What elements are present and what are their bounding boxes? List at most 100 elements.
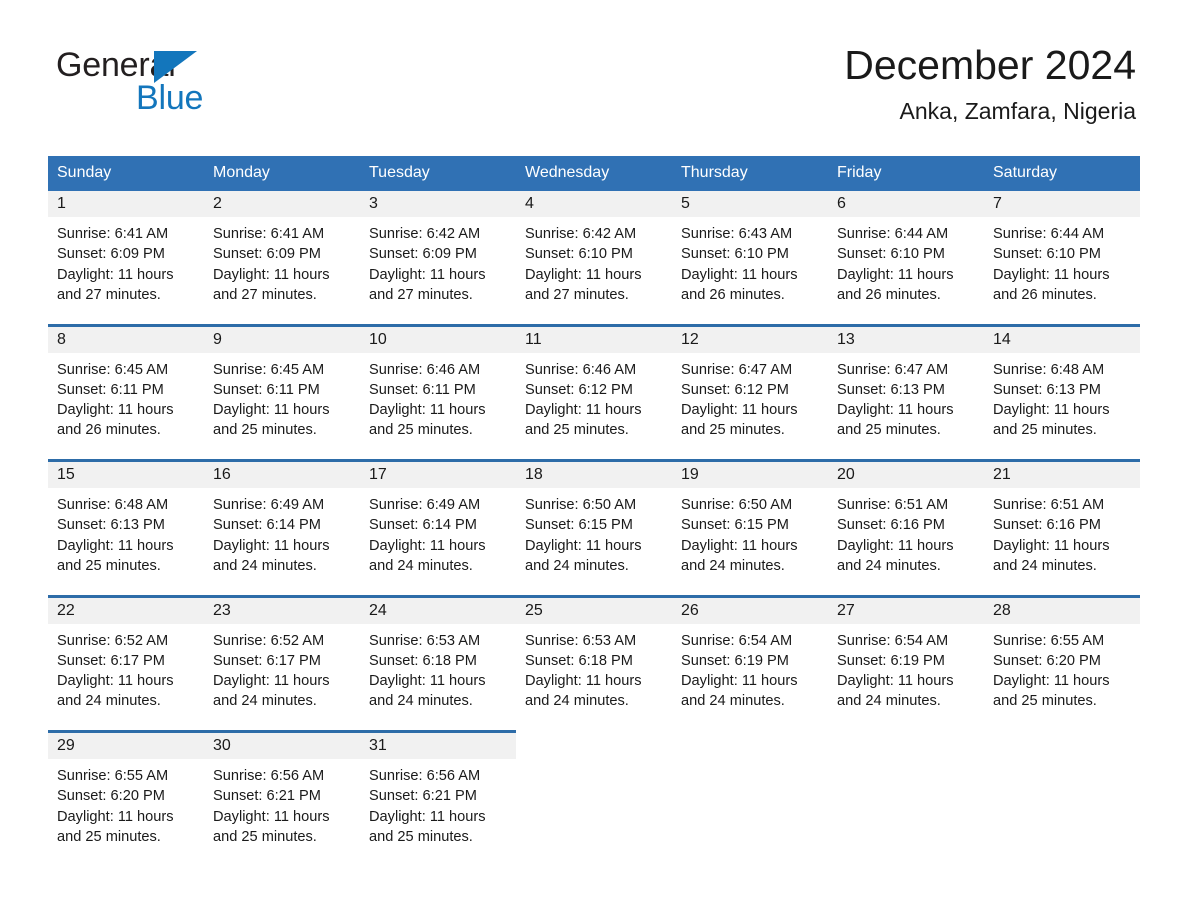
calendar-header-row: Sunday Monday Tuesday Wednesday Thursday… [48, 156, 1140, 191]
sunrise-text: Sunrise: 6:42 AM [525, 226, 637, 242]
daylight-text: Daylight: 11 hours [369, 537, 486, 554]
week-5-daynumbers: 29 30 31 [48, 730, 1140, 759]
sunrise-text: Sunrise: 6:53 AM [525, 632, 637, 649]
sunrise-text: Sunrise: 6:46 AM [369, 361, 481, 378]
day-cell: Sunrise: 6:48 AM Sunset: 6:13 PM Dayligh… [984, 352, 1140, 461]
day-number[interactable]: 24 [360, 594, 516, 624]
day-number[interactable]: 11 [516, 323, 672, 353]
daylight-text-cont: and 27 minutes. [369, 286, 473, 303]
day-number[interactable]: 29 [48, 730, 204, 759]
day-number[interactable]: 9 [204, 323, 360, 353]
daylight-text: Daylight: 11 hours [993, 266, 1110, 283]
day-number[interactable]: 21 [984, 459, 1140, 488]
daylight-text-cont: and 26 minutes. [57, 422, 161, 439]
day-number[interactable]: 6 [828, 191, 984, 217]
week-4-daynumbers: 22 23 24 25 26 27 28 [48, 594, 1140, 624]
week-3-details: Sunrise: 6:48 AM Sunset: 6:13 PM Dayligh… [48, 488, 1140, 596]
daylight-text: Daylight: 11 hours [837, 673, 954, 690]
page-subtitle-location: Anka, Zamfara, Nigeria [899, 98, 1136, 125]
day-number[interactable]: 2 [204, 191, 360, 217]
daylight-text-cont: and 24 minutes. [681, 693, 785, 710]
daylight-text: Daylight: 11 hours [837, 537, 954, 554]
sunrise-text: Sunrise: 6:47 AM [837, 361, 949, 378]
day-number[interactable]: 16 [204, 459, 360, 488]
daylight-text-cont: and 25 minutes. [993, 693, 1097, 710]
daylight-text: Daylight: 11 hours [57, 808, 174, 825]
day-cell: Sunrise: 6:48 AM Sunset: 6:13 PM Dayligh… [48, 488, 204, 596]
week-1-daynumbers: 1 2 3 4 5 6 7 [48, 191, 1140, 217]
daylight-text-cont: and 26 minutes. [837, 286, 941, 303]
day-number[interactable]: 8 [48, 323, 204, 353]
sunrise-sunset-calendar-table: Sunday Monday Tuesday Wednesday Thursday… [48, 156, 1140, 867]
day-number[interactable]: 3 [360, 191, 516, 217]
day-cell: Sunrise: 6:44 AM Sunset: 6:10 PM Dayligh… [828, 217, 984, 325]
weekday-header-friday: Friday [828, 156, 984, 191]
daylight-text-cont: and 27 minutes. [57, 286, 161, 303]
day-number[interactable]: 10 [360, 323, 516, 353]
sunset-text: Sunset: 6:12 PM [525, 381, 633, 398]
sunset-text: Sunset: 6:18 PM [525, 652, 633, 669]
day-cell: Sunrise: 6:56 AM Sunset: 6:21 PM Dayligh… [360, 759, 516, 867]
sunrise-text: Sunrise: 6:46 AM [525, 361, 637, 378]
day-cell: Sunrise: 6:55 AM Sunset: 6:20 PM Dayligh… [984, 623, 1140, 732]
sunset-text: Sunset: 6:15 PM [681, 517, 789, 534]
day-cell: Sunrise: 6:45 AM Sunset: 6:11 PM Dayligh… [48, 352, 204, 461]
day-cell: Sunrise: 6:49 AM Sunset: 6:14 PM Dayligh… [360, 488, 516, 596]
day-number[interactable]: 19 [672, 459, 828, 488]
daylight-text-cont: and 24 minutes. [525, 693, 629, 710]
sunrise-text: Sunrise: 6:49 AM [369, 497, 481, 513]
sunrise-text: Sunrise: 6:51 AM [993, 497, 1105, 513]
day-cell: Sunrise: 6:53 AM Sunset: 6:18 PM Dayligh… [360, 623, 516, 732]
daylight-text-cont: and 27 minutes. [213, 286, 317, 303]
daylight-text: Daylight: 11 hours [57, 537, 174, 554]
day-number[interactable]: 13 [828, 323, 984, 353]
day-number[interactable]: 7 [984, 191, 1140, 217]
daylight-text: Daylight: 11 hours [57, 673, 174, 690]
day-number[interactable]: 27 [828, 594, 984, 624]
day-number[interactable]: 17 [360, 459, 516, 488]
daylight-text: Daylight: 11 hours [993, 402, 1110, 419]
daylight-text: Daylight: 11 hours [681, 673, 798, 690]
daylight-text: Daylight: 11 hours [681, 266, 798, 283]
sunset-text: Sunset: 6:21 PM [369, 788, 477, 805]
day-number[interactable]: 12 [672, 323, 828, 353]
day-number[interactable]: 18 [516, 459, 672, 488]
day-number[interactable]: 26 [672, 594, 828, 624]
day-number[interactable]: 15 [48, 459, 204, 488]
day-cell-empty [516, 759, 672, 867]
week-3-daynumbers: 15 16 17 18 19 20 21 [48, 459, 1140, 488]
day-number[interactable]: 1 [48, 191, 204, 217]
sunset-text: Sunset: 6:18 PM [369, 652, 477, 669]
day-number[interactable]: 25 [516, 594, 672, 624]
day-number[interactable]: 28 [984, 594, 1140, 624]
day-number[interactable]: 4 [516, 191, 672, 217]
weekday-header-sunday: Sunday [48, 156, 204, 191]
daylight-text-cont: and 25 minutes. [213, 422, 317, 439]
sunset-text: Sunset: 6:13 PM [57, 517, 165, 534]
sunset-text: Sunset: 6:12 PM [681, 381, 789, 398]
daylight-text-cont: and 25 minutes. [213, 828, 317, 845]
day-cell: Sunrise: 6:55 AM Sunset: 6:20 PM Dayligh… [48, 759, 204, 867]
daylight-text-cont: and 26 minutes. [681, 286, 785, 303]
daylight-text-cont: and 25 minutes. [837, 422, 941, 439]
daylight-text-cont: and 25 minutes. [681, 422, 785, 439]
sunrise-text: Sunrise: 6:45 AM [57, 361, 169, 378]
day-number[interactable]: 14 [984, 323, 1140, 353]
day-number[interactable]: 30 [204, 730, 360, 759]
sunset-text: Sunset: 6:11 PM [369, 381, 476, 398]
sunset-text: Sunset: 6:10 PM [681, 246, 789, 263]
day-number[interactable]: 22 [48, 594, 204, 624]
sunrise-text: Sunrise: 6:49 AM [213, 497, 325, 513]
day-cell-empty [828, 730, 984, 759]
day-number[interactable]: 31 [360, 730, 516, 759]
day-number[interactable]: 20 [828, 459, 984, 488]
daylight-text-cont: and 24 minutes. [681, 557, 785, 574]
day-cell: Sunrise: 6:43 AM Sunset: 6:10 PM Dayligh… [672, 217, 828, 325]
day-cell-empty [984, 730, 1140, 759]
day-number[interactable]: 5 [672, 191, 828, 217]
week-4-details: Sunrise: 6:52 AM Sunset: 6:17 PM Dayligh… [48, 623, 1140, 732]
page-title: December 2024 [844, 42, 1136, 88]
logo-word-blue: Blue [136, 79, 204, 117]
day-number[interactable]: 23 [204, 594, 360, 624]
day-cell: Sunrise: 6:51 AM Sunset: 6:16 PM Dayligh… [984, 488, 1140, 596]
